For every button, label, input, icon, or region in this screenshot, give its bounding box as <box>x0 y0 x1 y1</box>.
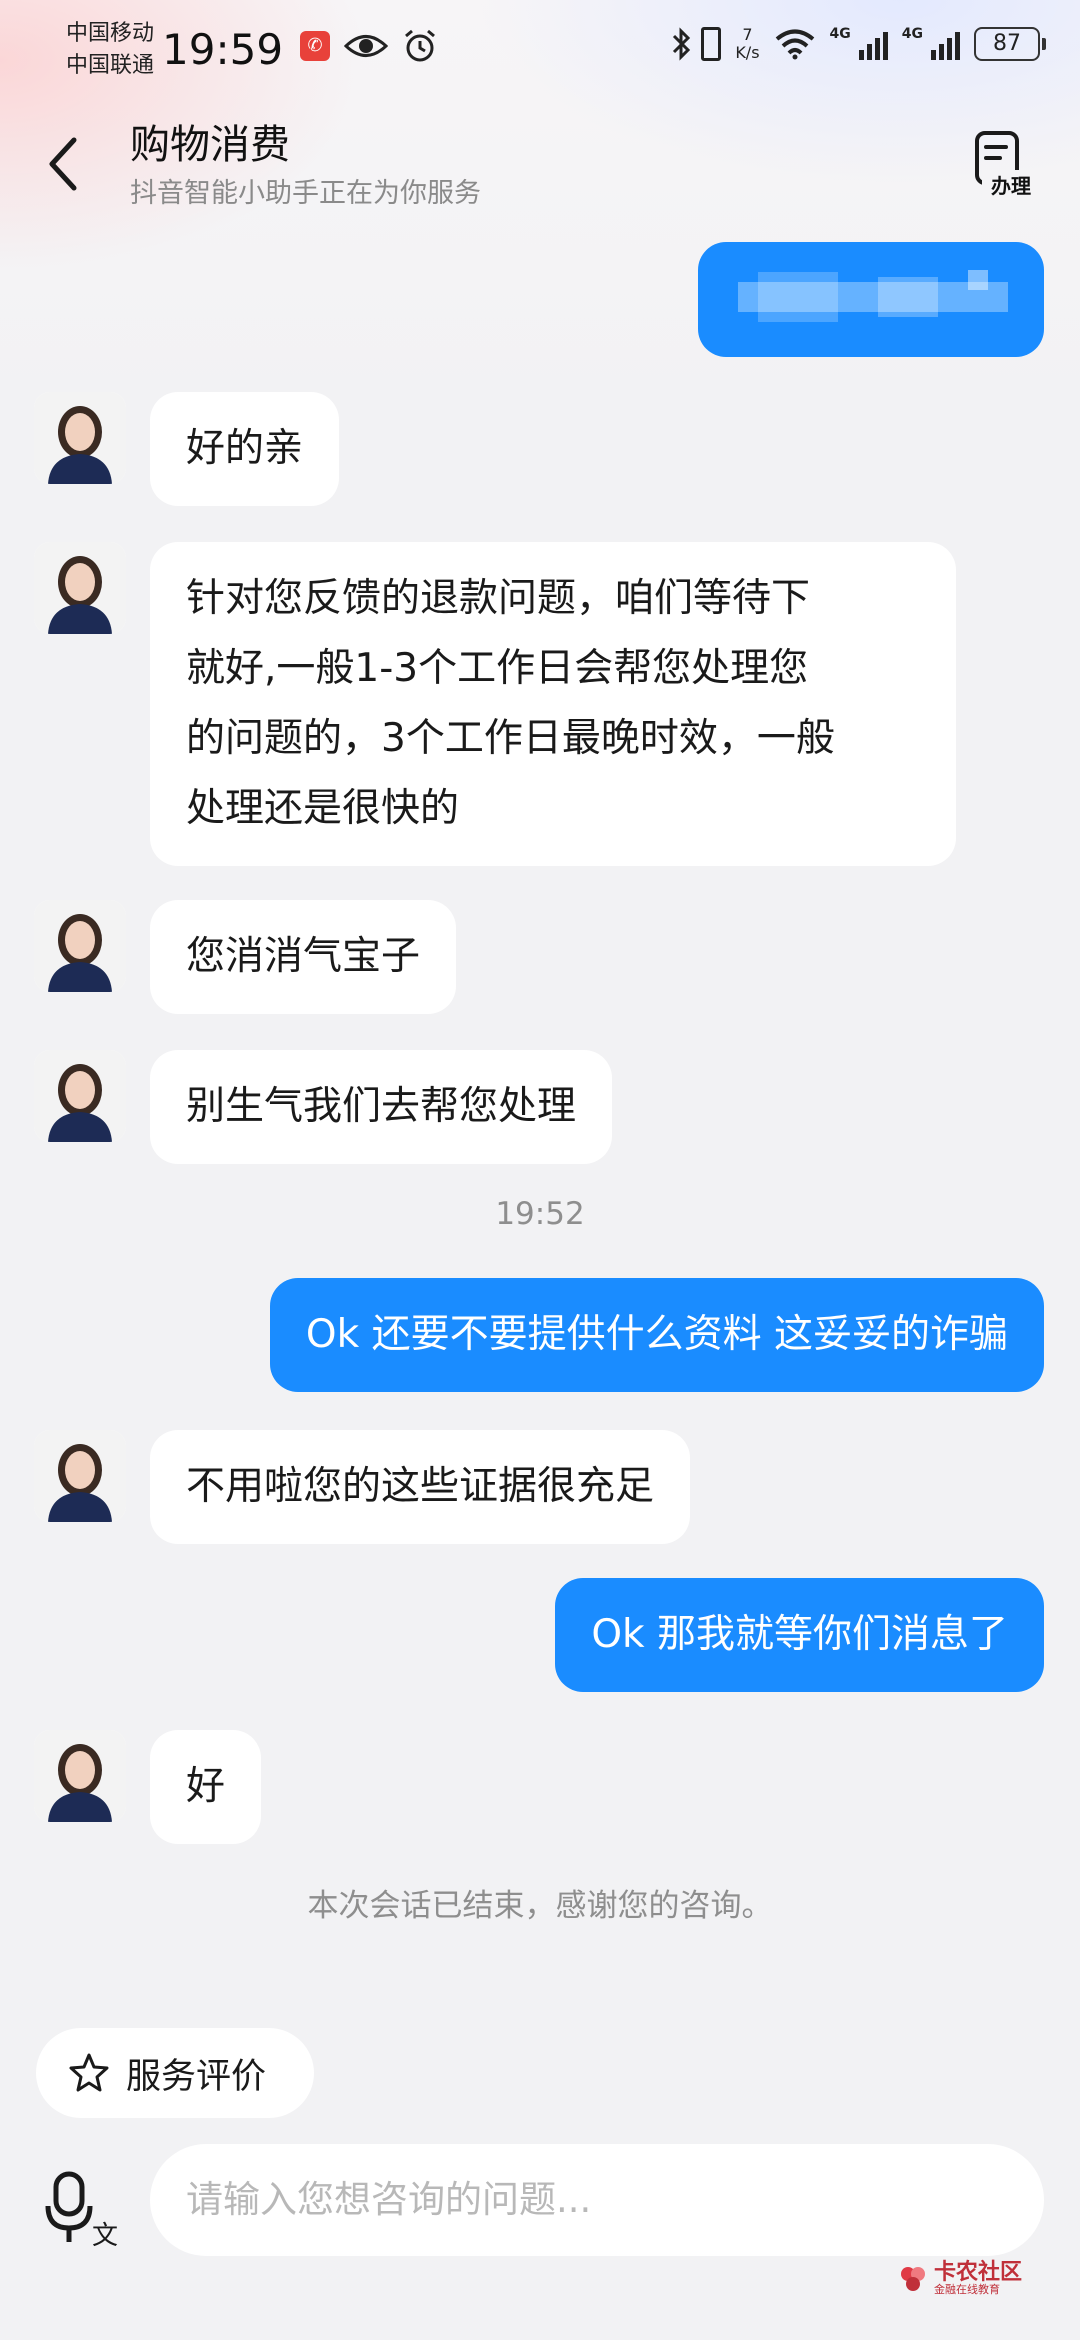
message-line: 就好,一般1-3个工作日会帮您处理您 <box>186 646 809 691</box>
signal-icon-1 <box>858 28 888 60</box>
status-bar: 中国移动 中国联通 19:59 ✆ 7 K/s 4G 4G 87 <box>0 0 1080 100</box>
avatar-icon <box>34 1050 126 1142</box>
voice-input-button[interactable]: 文 <box>42 2168 122 2251</box>
agent-bubble: 您消消气宝子 <box>150 900 457 1014</box>
message-timestamp: 19:52 <box>495 1196 585 1232</box>
microphone-icon: 文 <box>45 2171 118 2251</box>
agent-avatar <box>34 1050 126 1142</box>
eye-icon <box>344 35 388 57</box>
agent-avatar <box>34 900 126 992</box>
net-speed-unit: K/s <box>735 43 760 62</box>
carrier-2: 中国联通 <box>66 53 155 78</box>
carrier-1: 中国移动 <box>66 21 155 46</box>
wifi-icon <box>775 29 814 60</box>
watermark: 卡农社区 金融在线教育 <box>898 2262 1022 2296</box>
handle-button[interactable]: 办理 <box>970 130 1040 202</box>
alarm-icon <box>405 29 435 62</box>
vibrate-icon <box>701 27 722 61</box>
input-placeholder: 请输入您想咨询的问题... <box>186 2178 592 2221</box>
message-line: 处理还是很快的 <box>186 786 460 831</box>
avatar-icon <box>34 1730 126 1822</box>
back-arrow-icon[interactable] <box>44 134 84 194</box>
service-rating-label: 服务评价 <box>126 2056 267 2097</box>
watermark-subtitle: 金融在线教育 <box>934 2283 1000 2296</box>
bluetooth-icon <box>673 27 691 61</box>
avatar-icon <box>34 392 126 484</box>
agent-avatar <box>34 542 126 634</box>
signal-icon-2 <box>931 28 960 60</box>
notification-icons: ✆ <box>300 28 438 64</box>
net-speed: 7 K/s <box>735 26 759 62</box>
message-line: 的问题的，3个工作日最晚时效，一般 <box>186 716 835 761</box>
star-icon <box>69 2053 109 2092</box>
agent-bubble: 别生气我们去帮您处理 <box>150 1050 613 1164</box>
question-input[interactable]: 请输入您想咨询的问题... <box>150 2144 1044 2256</box>
page-title: 购物消费 <box>130 122 290 168</box>
user-bubble: Ok 还要不要提供什么资料 这妥妥的诈骗 <box>269 1278 1044 1392</box>
svg-text:文: 文 <box>92 2221 118 2248</box>
system-icons: 7 K/s 4G 4G 87 <box>671 26 1046 62</box>
avatar-icon <box>34 900 126 992</box>
agent-avatar <box>34 1730 126 1822</box>
watermark-logo-icon <box>901 2267 925 2291</box>
net-speed-value: 7 <box>742 25 753 44</box>
agent-bubble: 不用啦您的这些证据很充足 <box>150 1430 691 1544</box>
agent-bubble: 好的亲 <box>150 392 340 506</box>
handle-label: 办理 <box>982 170 1040 199</box>
page-subtitle: 抖音智能小助手正在为你服务 <box>130 178 481 209</box>
clock: 19:59 <box>162 25 284 74</box>
battery-icon: 87 <box>974 27 1046 61</box>
agent-bubble: 针对您反馈的退款问题，咱们等待下 就好,一般1-3个工作日会帮您处理您 的问题的… <box>150 542 956 866</box>
app-notification-icon: ✆ <box>300 31 330 61</box>
agent-bubble: 好 <box>150 1730 262 1844</box>
network-type-2: 4G <box>901 26 923 42</box>
agent-avatar <box>34 1430 126 1522</box>
service-rating-button[interactable]: 服务评价 <box>36 2028 314 2118</box>
user-bubble: Ok 那我就等你们消息了 <box>555 1578 1044 1692</box>
user-message-bubble-redacted <box>698 242 1044 357</box>
network-type-1: 4G <box>829 26 851 42</box>
agent-avatar <box>34 392 126 484</box>
watermark-title: 卡农社区 <box>934 2260 1023 2285</box>
avatar-icon <box>34 1430 126 1522</box>
message-line: 针对您反馈的退款问题，咱们等待下 <box>186 576 811 621</box>
avatar-icon <box>34 542 126 634</box>
carrier-info: 中国移动 中国联通 <box>66 18 154 82</box>
session-ended-notice: 本次会话已结束，感谢您的咨询。 <box>307 1888 773 1924</box>
